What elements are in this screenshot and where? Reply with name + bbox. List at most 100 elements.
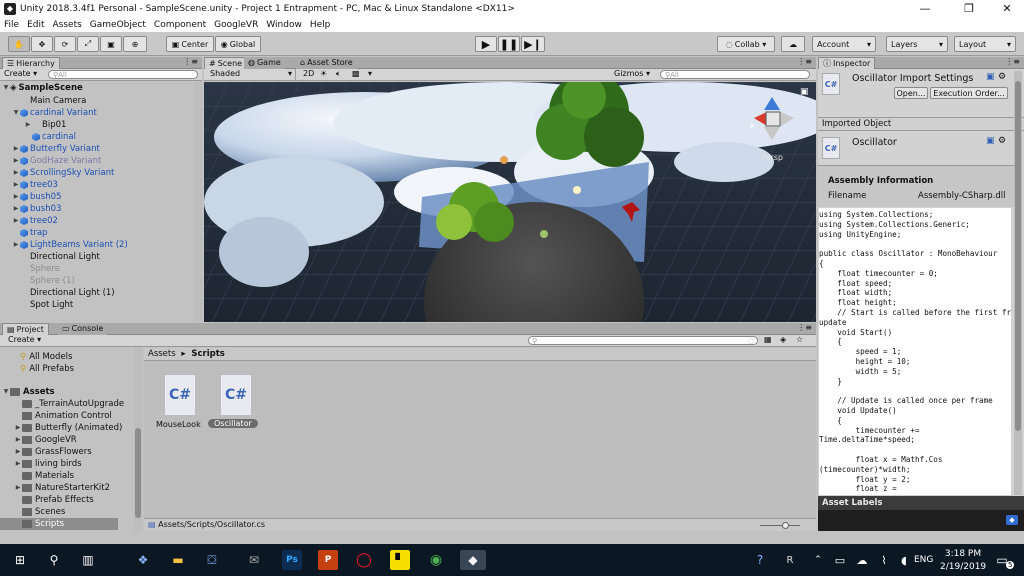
project-search-input[interactable]: ⚲ ◌ [528, 336, 758, 345]
hierarchy-item[interactable]: Directional Light (1) [12, 287, 115, 299]
search-by-label-icon[interactable]: ◈ [780, 335, 786, 344]
favorite-all-prefabs[interactable]: ⚲ All Prefabs [20, 363, 74, 375]
dropbox-icon[interactable]: ❖ [133, 550, 153, 570]
expand-arrow-icon[interactable]: ▶ [14, 446, 22, 458]
transform-tool-button[interactable]: ⊕ [123, 36, 147, 52]
project-folder-item[interactable]: Scripts [0, 518, 118, 530]
hierarchy-scrollbar[interactable] [194, 82, 202, 322]
menu-edit[interactable]: Edit [23, 20, 48, 30]
hierarchy-item[interactable]: ▶ Butterfly Variant [12, 143, 100, 155]
file-mouselook-icon[interactable]: C# [164, 374, 196, 416]
hand-tool-button[interactable]: ✋ [8, 36, 30, 52]
menu-assets[interactable]: Assets [49, 20, 86, 30]
expand-arrow-icon[interactable]: ▼ [2, 386, 10, 398]
pivot-center-button[interactable]: ▣ Center [166, 36, 214, 52]
settings-gear-icon[interactable]: ⚙ [998, 136, 1006, 146]
project-folder-item[interactable]: ▶ living birds [14, 458, 82, 470]
project-folder-item[interactable]: _TerrainAutoUpgrade [14, 398, 124, 410]
perspective-label[interactable]: Persp [761, 153, 783, 162]
people-icon[interactable]: R [780, 550, 800, 570]
move-tool-button[interactable]: ✥ [31, 36, 53, 52]
pause-button[interactable]: ❚❚ [498, 36, 520, 52]
hierarchy-item[interactable]: Directional Light [12, 251, 100, 263]
tab-inspector[interactable]: ⓘ Inspector [818, 57, 876, 69]
shading-dropdown[interactable]: Shaded ▾ [206, 69, 296, 80]
help-icon[interactable]: ? [750, 550, 770, 570]
hierarchy-item[interactable]: ▶ bush05 [12, 191, 62, 203]
minimize-button[interactable]: — [908, 0, 942, 18]
clock-time[interactable]: 3:18 PM [940, 549, 986, 559]
hierarchy-item[interactable]: cardinal [24, 131, 76, 143]
expand-arrow-icon[interactable]: ▶ [12, 203, 20, 215]
hierarchy-item[interactable]: ▶ tree03 [12, 179, 58, 191]
folder-tree-scrollbar[interactable] [134, 348, 142, 531]
store-icon[interactable]: ⛋ [202, 550, 222, 570]
project-folder-item[interactable]: ▶ GrassFlowers [14, 446, 92, 458]
hierarchy-item[interactable]: ▶ Bip01 [24, 119, 67, 131]
hierarchy-create-button[interactable]: Create ▾ [4, 69, 37, 78]
expand-arrow-icon[interactable]: ▶ [12, 215, 20, 227]
panel-menu-icon[interactable]: ⋮≡ [183, 57, 198, 66]
expand-arrow-icon[interactable]: ▶ [12, 155, 20, 167]
favorite-star-icon[interactable]: ☆ [796, 335, 803, 344]
open-button[interactable]: Open... [894, 87, 928, 99]
rotate-tool-button[interactable]: ⟳ [54, 36, 76, 52]
opera-icon[interactable]: ◯ [354, 550, 374, 570]
sticky-notes-icon[interactable]: ▘ [390, 550, 410, 570]
effects-toggle-icon[interactable]: ▩ [352, 69, 360, 78]
onedrive-cloud-icon[interactable]: ☁ [852, 550, 872, 570]
project-create-button[interactable]: Create ▾ [8, 335, 41, 344]
lighting-toggle-icon[interactable]: ☀ [320, 69, 327, 78]
hierarchy-item[interactable]: trap [12, 227, 47, 239]
expand-arrow-icon[interactable]: ▶ [12, 239, 20, 251]
expand-arrow-icon[interactable]: ▶ [12, 167, 20, 179]
project-folder-item[interactable]: Animation Control [14, 410, 112, 422]
help-book-icon[interactable]: ▣ [986, 72, 995, 82]
help-book-icon[interactable]: ▣ [986, 136, 995, 146]
menu-gameobject[interactable]: GameObject [86, 20, 150, 30]
hierarchy-item[interactable]: Sphere [12, 263, 60, 275]
global-space-button[interactable]: ◉ Global [215, 36, 261, 52]
panel-menu-icon[interactable]: ⋮≡ [797, 323, 812, 332]
favorite-all-models[interactable]: ⚲ All Models [20, 351, 72, 363]
expand-arrow-icon[interactable]: ▼ [12, 107, 20, 119]
expand-arrow-icon[interactable]: ▶ [24, 119, 32, 131]
menu-file[interactable]: File [0, 20, 23, 30]
tab-project[interactable]: ▤ Project [2, 323, 49, 335]
scale-tool-button[interactable]: ⤢ [77, 36, 99, 52]
panel-menu-icon[interactable]: ⋮≡ [1005, 57, 1020, 66]
menu-window[interactable]: Window [262, 20, 306, 30]
expand-arrow-icon[interactable]: ▶ [14, 422, 22, 434]
photoshop-icon[interactable]: Ps [282, 550, 302, 570]
expand-arrow-icon[interactable]: ▶ [14, 458, 22, 470]
tab-console[interactable]: ▭ Console [58, 323, 108, 335]
panel-menu-icon[interactable]: ⋮≡ [797, 57, 812, 66]
menu-googlevr[interactable]: GoogleVR [210, 20, 262, 30]
icon-size-slider[interactable] [760, 522, 800, 529]
clock-date[interactable]: 2/19/2019 [940, 562, 986, 572]
file-explorer-icon[interactable]: ▬ [168, 550, 188, 570]
file-oscillator-icon[interactable]: C# [220, 374, 252, 416]
layers-dropdown[interactable]: Layers ▾ [886, 36, 948, 52]
layout-dropdown[interactable]: Layout ▾ [954, 36, 1016, 52]
expand-arrow-icon[interactable]: ▶ [14, 434, 22, 446]
chrome-icon[interactable]: ◉ [426, 550, 446, 570]
search-icon[interactable]: ⚲ [44, 550, 64, 570]
wifi-icon[interactable]: ⌇ [874, 550, 894, 570]
hierarchy-item[interactable]: ▶ LightBeams Variant (2) [12, 239, 128, 251]
hierarchy-item[interactable]: ▶ ScrollingSky Variant [12, 167, 115, 179]
label-tag-icon[interactable]: ◆ [1006, 515, 1018, 525]
hierarchy-item[interactable]: Spot Light [12, 299, 73, 311]
scene-camera-dropdown-icon[interactable]: ▾ [368, 69, 372, 78]
assets-root-row[interactable]: ▼ Assets [2, 386, 55, 398]
settings-gear-icon[interactable]: ⚙ [998, 72, 1006, 82]
powerpoint-icon[interactable]: P [318, 550, 338, 570]
scene-viewport[interactable]: x ▣ Persp [204, 82, 816, 322]
clear-search-icon[interactable]: ◌ [748, 337, 754, 345]
cloud-button[interactable]: ☁ [781, 36, 805, 52]
battery-icon[interactable]: ▭ [830, 550, 850, 570]
tab-asset-store[interactable]: ⌂ Asset Store [296, 57, 357, 69]
show-hidden-icons-icon[interactable]: ⌃ [808, 550, 828, 570]
scene-root-row[interactable]: ▼ ◈ SampleScene [2, 82, 83, 94]
windows-start-icon[interactable]: ⊞ [10, 550, 30, 570]
